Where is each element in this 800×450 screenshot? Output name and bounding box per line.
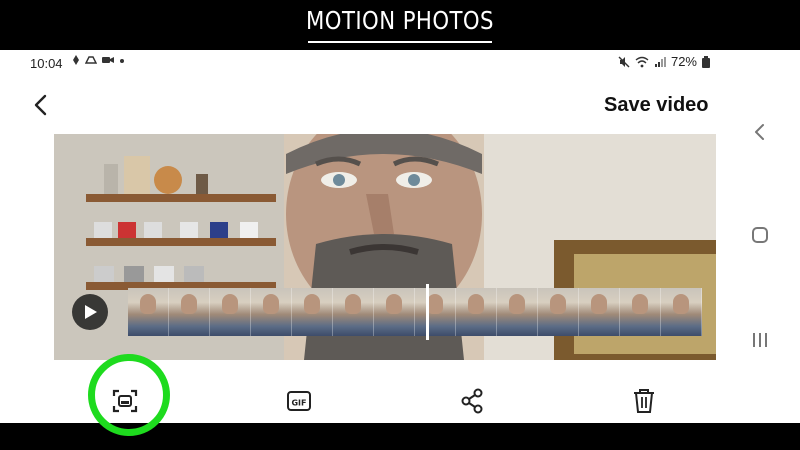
banner-underline bbox=[308, 41, 492, 43]
timeline-frame bbox=[292, 288, 333, 336]
timeline-frame bbox=[497, 288, 538, 336]
timeline-playhead[interactable] bbox=[426, 284, 429, 340]
play-icon bbox=[85, 305, 97, 319]
timeline-frame bbox=[661, 288, 702, 336]
save-video-button[interactable]: Save video bbox=[604, 94, 709, 117]
battery-percent: 72% bbox=[670, 54, 697, 69]
signal-icon bbox=[654, 56, 666, 67]
nav-home-icon[interactable] bbox=[751, 226, 769, 244]
notification-icons bbox=[71, 54, 125, 66]
trash-icon[interactable] bbox=[629, 386, 659, 416]
timeline-frame bbox=[169, 288, 210, 336]
video-banner: MOTION PHOTOS bbox=[0, 0, 800, 50]
status-bar: 10:04 72% bbox=[0, 50, 800, 76]
dot-icon bbox=[120, 59, 124, 63]
timeline-frames[interactable] bbox=[128, 288, 702, 336]
timeline-frame bbox=[579, 288, 620, 336]
nav-recents-icon[interactable] bbox=[750, 330, 770, 350]
timeline-frame bbox=[456, 288, 497, 336]
system-nav-rail bbox=[740, 120, 780, 360]
highlight-ring bbox=[88, 354, 170, 436]
gif-label: GIF bbox=[291, 399, 306, 408]
timeline-frame bbox=[251, 288, 292, 336]
share-icon[interactable] bbox=[457, 386, 487, 416]
timeline-frame bbox=[538, 288, 579, 336]
status-right-icons: 72% bbox=[618, 54, 710, 69]
nav-back-icon[interactable] bbox=[752, 122, 768, 142]
status-time: 10:04 bbox=[30, 56, 63, 71]
timeline-frame bbox=[333, 288, 374, 336]
timeline-frame bbox=[620, 288, 661, 336]
phone-screen: 10:04 72% Save video GIF bbox=[0, 50, 800, 436]
banner-title: MOTION PHOTOS bbox=[306, 6, 494, 35]
drive-icon bbox=[85, 56, 97, 64]
back-arrow-icon[interactable] bbox=[28, 92, 54, 118]
battery-icon bbox=[702, 55, 710, 68]
notification-app-icon bbox=[73, 55, 79, 65]
timeline-frame bbox=[415, 288, 456, 336]
play-button[interactable] bbox=[72, 294, 108, 330]
mute-icon bbox=[618, 56, 630, 67]
timeline-frame bbox=[210, 288, 251, 336]
wifi-icon bbox=[635, 56, 649, 67]
timeline-frame bbox=[374, 288, 415, 336]
video-call-icon bbox=[102, 57, 114, 63]
timeline-frame bbox=[128, 288, 169, 336]
gif-icon[interactable]: GIF bbox=[284, 386, 314, 416]
